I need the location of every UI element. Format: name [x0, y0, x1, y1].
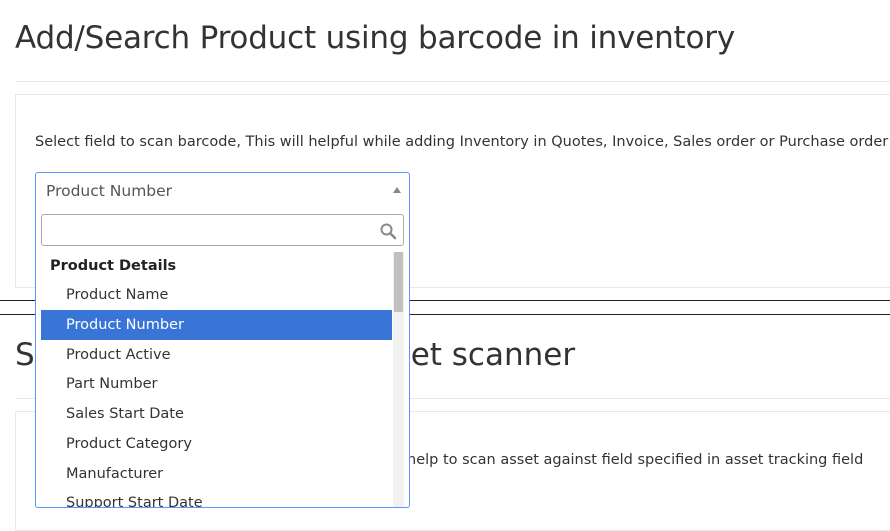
barcode-field-select[interactable]: Product Number — [35, 172, 410, 209]
option-product-name[interactable]: Product Name — [41, 280, 392, 310]
search-icon — [380, 223, 397, 240]
section-title-barcode: Add/Search Product using barcode in inve… — [15, 20, 735, 56]
option-support-start-date[interactable]: Support Start Date — [41, 488, 392, 507]
chevron-up-icon — [393, 187, 401, 193]
option-product-category[interactable]: Product Category — [41, 429, 392, 459]
option-manufacturer[interactable]: Manufacturer — [41, 459, 392, 489]
divider — [15, 81, 890, 82]
dropdown-scrollbar[interactable] — [393, 252, 404, 507]
dropdown-search-input[interactable] — [42, 215, 372, 245]
dropdown-search — [41, 214, 404, 246]
title-end: et scanner — [410, 337, 576, 373]
title-start: S — [15, 337, 35, 373]
asset-description-text: help to scan asset against field specifi… — [407, 452, 864, 468]
barcode-description: Select field to scan barcode, This will … — [35, 134, 889, 150]
option-sales-start-date[interactable]: Sales Start Date — [41, 399, 392, 429]
option-group-label: Product Details — [50, 258, 177, 274]
option-part-number[interactable]: Part Number — [41, 369, 392, 399]
option-product-active[interactable]: Product Active — [41, 340, 392, 370]
select-dropdown: Product Details Product Name Product Num… — [35, 208, 410, 508]
selected-value: Product Number — [46, 182, 173, 200]
dropdown-results[interactable]: Product Details Product Name Product Num… — [41, 252, 404, 507]
scrollbar-thumb[interactable] — [394, 252, 403, 312]
option-product-number[interactable]: Product Number — [41, 310, 392, 340]
